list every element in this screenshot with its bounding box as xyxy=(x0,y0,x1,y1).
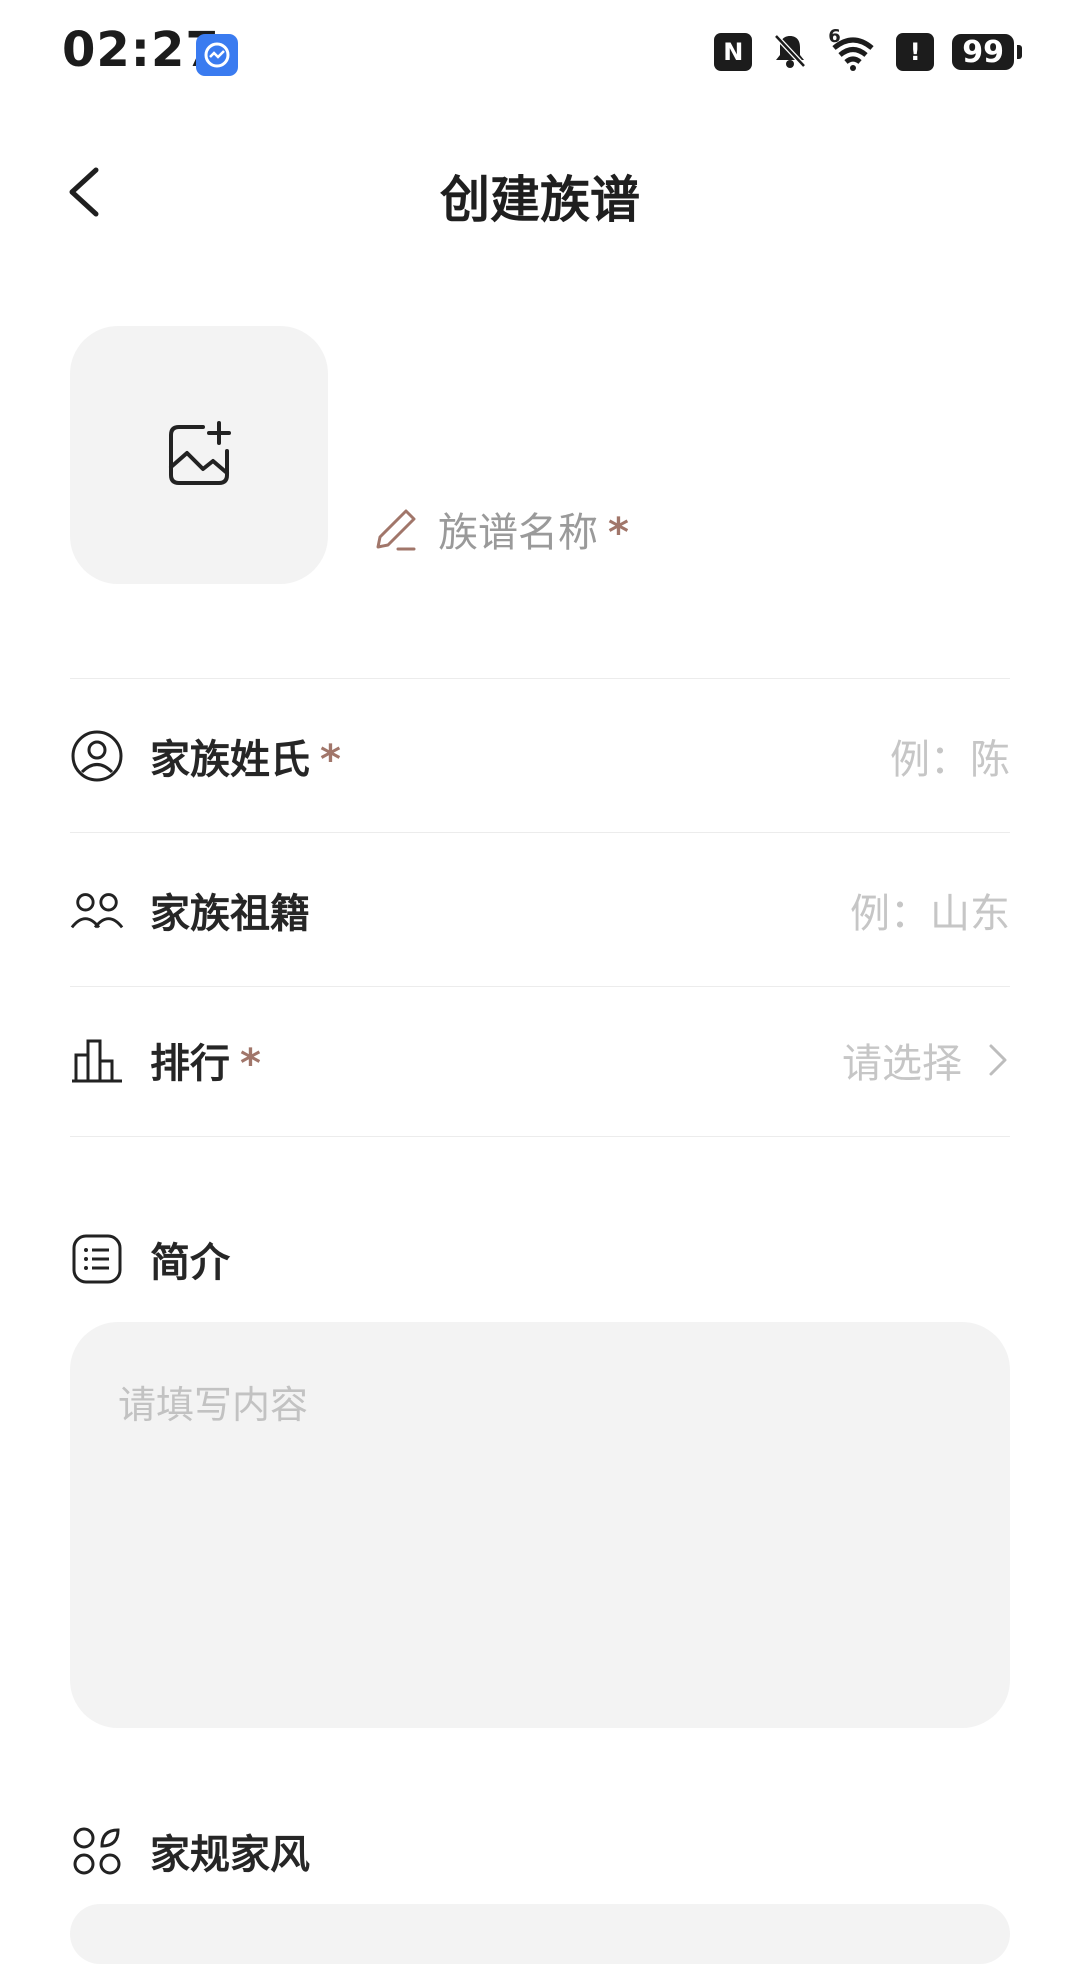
surname-input[interactable]: 例：陈 xyxy=(890,727,1010,785)
mute-icon xyxy=(770,30,810,74)
origin-row[interactable]: 家族祖籍 例：山东 xyxy=(70,834,1010,986)
alert-icon: ! xyxy=(896,33,935,71)
rank-select-value: 请选择 xyxy=(842,1041,962,1087)
group-users-icon xyxy=(70,883,124,937)
origin-label: 家族祖籍 xyxy=(150,891,310,937)
required-mark: * xyxy=(608,510,629,556)
cover-image-picker[interactable] xyxy=(70,326,328,584)
status-icons: N 6 ! 99 xyxy=(714,26,1022,74)
rules-textarea[interactable] xyxy=(70,1904,1010,1964)
rank-select[interactable]: 请选择 xyxy=(842,1031,1010,1089)
rules-label: 家规家风 xyxy=(150,1832,310,1878)
network-type-label: 6 xyxy=(828,26,841,47)
intro-label: 简介 xyxy=(150,1240,230,1286)
surname-row[interactable]: 家族姓氏 * 例：陈 xyxy=(70,680,1010,832)
nfc-icon: N xyxy=(714,33,753,71)
apps-grid-icon xyxy=(70,1824,124,1878)
user-circle-icon xyxy=(70,729,124,783)
divider xyxy=(70,1136,1010,1137)
rank-label: 排行 xyxy=(150,1041,230,1087)
origin-input[interactable]: 例：山东 xyxy=(850,881,1010,939)
ranking-chart-icon xyxy=(70,1033,124,1087)
page-title: 创建族谱 xyxy=(440,171,640,229)
rules-section-header: 家规家风 xyxy=(70,1822,310,1880)
app-notification-icon xyxy=(196,34,238,76)
surname-label: 家族姓氏 xyxy=(150,737,310,783)
intro-textarea[interactable] xyxy=(70,1322,1010,1728)
list-document-icon xyxy=(70,1232,124,1286)
genealogy-name-placeholder: 族谱名称 xyxy=(438,510,598,556)
divider xyxy=(70,832,1010,833)
genealogy-name-input[interactable]: 族谱名称 * xyxy=(372,500,629,558)
divider xyxy=(70,678,1010,679)
rank-row[interactable]: 排行 * 请选择 xyxy=(70,984,1010,1136)
required-mark: * xyxy=(240,1041,261,1087)
add-image-icon xyxy=(169,421,231,485)
wifi-icon: 6 xyxy=(828,26,878,72)
pencil-icon xyxy=(376,509,416,551)
chevron-right-icon xyxy=(989,1044,1007,1076)
battery-indicator: 99 xyxy=(952,34,1022,70)
required-mark: * xyxy=(320,737,341,783)
intro-section-header: 简介 xyxy=(70,1230,230,1288)
